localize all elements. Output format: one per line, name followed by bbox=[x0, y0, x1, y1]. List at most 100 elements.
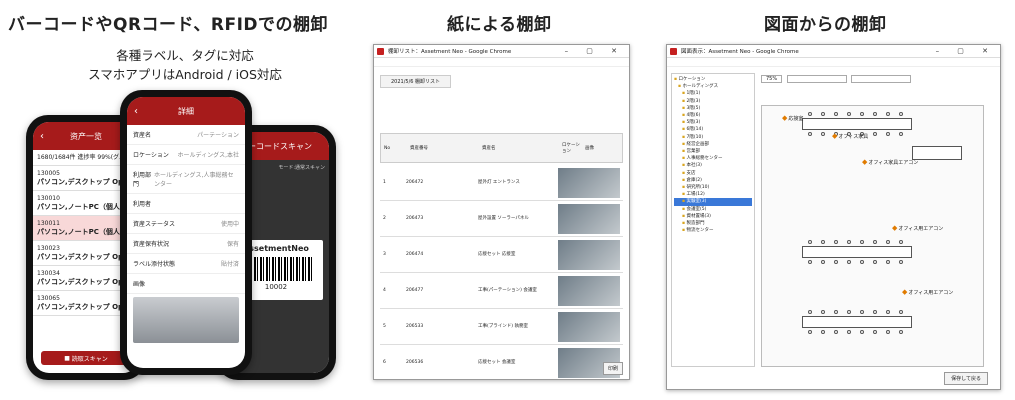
tree-item[interactable]: ▪ 3階(5) bbox=[674, 105, 752, 112]
chair bbox=[808, 240, 812, 244]
tree-item[interactable]: ▪ 本社(3) bbox=[674, 162, 752, 169]
window-title: 棚卸リスト：Assetment Neo - Google Chrome bbox=[388, 49, 512, 55]
tree-item[interactable]: ▪ 5階(3) bbox=[674, 119, 752, 126]
floor-plan[interactable]: 応接室オフィス家具オフィス家具エアコンオフィス用エアコンオフィス用エアコン bbox=[761, 105, 984, 367]
detail-row[interactable]: 利用部門 ホールディングス,人事総務センター bbox=[127, 165, 245, 194]
detail-value: パーテーション bbox=[197, 132, 239, 139]
scan-button[interactable]: ■ 読取スキャン bbox=[41, 351, 131, 365]
tree-item[interactable]: ▪ 物流センター bbox=[674, 227, 752, 234]
tree-item[interactable]: ▪ 工場(12) bbox=[674, 191, 752, 198]
folder-icon: ▪ bbox=[682, 149, 686, 155]
zoom-select[interactable]: 75% bbox=[761, 75, 783, 83]
folder-icon: ▪ bbox=[682, 105, 686, 111]
page-title: 詳細 bbox=[178, 106, 194, 116]
chair bbox=[808, 260, 812, 264]
detail-label: 資産ステータス bbox=[133, 221, 176, 228]
address-bar[interactable] bbox=[374, 58, 629, 67]
table-row[interactable]: 3 206474 応接セット 応接室 bbox=[380, 237, 623, 273]
tree-item[interactable]: ▪ 経営企画部 bbox=[674, 141, 752, 148]
tree-item-label: 営業部 bbox=[686, 149, 701, 155]
detail-row[interactable]: 利用者 bbox=[127, 194, 245, 214]
window-title: 図面表示：Assetment Neo - Google Chrome bbox=[681, 49, 799, 55]
table-row[interactable]: 4 206477 工事(パーテーション) 会議室 bbox=[380, 273, 623, 309]
chair bbox=[886, 260, 890, 264]
detail-row[interactable]: 資産ステータス 使用中 bbox=[127, 214, 245, 234]
heading-map: 図面からの棚卸 bbox=[764, 15, 887, 35]
chair bbox=[860, 330, 864, 334]
folder-icon: ▪ bbox=[682, 98, 686, 104]
heading-paper: 紙による棚卸 bbox=[447, 15, 552, 35]
filter-select[interactable] bbox=[851, 75, 912, 83]
asset-name: 工事(パーテーション) 会議室 bbox=[478, 288, 537, 293]
table-row[interactable]: 2 206473 屋外設置 ソーラーパネル bbox=[380, 201, 623, 237]
folder-icon: ▪ bbox=[682, 113, 686, 119]
window-controls[interactable]: – ▢ ✕ bbox=[565, 47, 625, 55]
detail-row[interactable]: ラベル添付状態 貼付済 bbox=[127, 254, 245, 274]
folder-icon: ▪ bbox=[682, 213, 686, 219]
tree-item[interactable]: ▪ 研究所(10) bbox=[674, 184, 752, 191]
table-row[interactable]: 6 206536 応接セット 会議室 bbox=[380, 345, 623, 379]
tree-item[interactable]: ▪ 1階(1) bbox=[674, 90, 752, 97]
folder-icon: ▪ bbox=[682, 141, 686, 147]
asset-photo bbox=[558, 167, 620, 198]
asset-photo bbox=[558, 239, 620, 270]
address-bar[interactable] bbox=[667, 58, 1000, 67]
asset-id: 206533 bbox=[406, 324, 424, 329]
print-button[interactable]: 印刷 bbox=[602, 362, 623, 375]
chair bbox=[899, 260, 903, 264]
subtitle: 各種ラベル、タグに対応 スマホアプリはAndroid / iOS対応 bbox=[45, 46, 325, 84]
tree-item[interactable]: ▪ 資材置場(3) bbox=[674, 213, 752, 220]
asset-name: 応接セット 応接室 bbox=[478, 252, 516, 257]
location-tree[interactable]: ▪ ロケーション ▪ ホールディングス ▪ 1階(1) ▪ 2階(3) ▪ 3階(5) ▪… bbox=[671, 73, 755, 367]
chair bbox=[899, 330, 903, 334]
tree-item-label: 倉庫(2) bbox=[686, 177, 702, 183]
chair bbox=[873, 260, 877, 264]
tree-item[interactable]: ▪ 2階(3) bbox=[674, 98, 752, 105]
table-row[interactable]: 1 206472 屋外灯 エントランス bbox=[380, 165, 623, 201]
tree-item[interactable]: ▪ ホールディングス bbox=[674, 83, 752, 90]
asset-pin[interactable]: オフィス家具エアコン bbox=[862, 158, 918, 166]
desk bbox=[802, 316, 912, 328]
asset-id: 206536 bbox=[406, 360, 424, 365]
tree-item-label: 6階(14) bbox=[686, 127, 704, 133]
asset-pin[interactable]: オフィス家具 bbox=[832, 132, 868, 140]
meeting-table bbox=[912, 146, 962, 160]
detail-label: 利用部門 bbox=[133, 172, 152, 188]
tree-item[interactable]: ▪ 倉庫(2) bbox=[674, 177, 752, 184]
tree-item[interactable]: ▪ 営業部 bbox=[674, 148, 752, 155]
folder-icon: ▪ bbox=[682, 192, 686, 198]
detail-row[interactable]: 資産保有状況 保有 bbox=[127, 234, 245, 254]
folder-icon: ▪ bbox=[674, 77, 678, 82]
back-icon[interactable]: ‹ bbox=[40, 131, 44, 142]
asset-pin[interactable]: オフィス用エアコン bbox=[892, 224, 943, 232]
asset-pin[interactable]: 応接室 bbox=[782, 114, 803, 122]
chair bbox=[899, 112, 903, 116]
tree-item[interactable]: ▪ 4階(6) bbox=[674, 112, 752, 119]
detail-row[interactable]: 資産名 パーテーション bbox=[127, 125, 245, 145]
detail-row[interactable]: ロケーション ホールディングス,本社 bbox=[127, 145, 245, 165]
heading-barcode: バーコードやQRコード、RFIDでの棚卸 bbox=[8, 15, 329, 35]
asset-pin[interactable]: オフィス用エアコン bbox=[902, 288, 953, 296]
tree-item[interactable]: ▪ 会議室(5) bbox=[674, 206, 752, 213]
title-bar: 図面表示：Assetment Neo - Google Chrome – ▢ ✕ bbox=[667, 45, 1000, 58]
tree-item[interactable]: ▪ 実験室(3) bbox=[674, 198, 752, 206]
tree-item[interactable]: ▪ 7階(10) bbox=[674, 134, 752, 141]
tree-item[interactable]: ▪ 6階(14) bbox=[674, 126, 752, 133]
window-controls[interactable]: – ▢ ✕ bbox=[936, 47, 996, 55]
table-row[interactable]: 5 206533 工事(ブラインド) 執務室 bbox=[380, 309, 623, 345]
tree-item[interactable]: ▪ ロケーション bbox=[674, 76, 752, 83]
desk bbox=[802, 246, 912, 258]
back-icon[interactable]: ‹ bbox=[134, 106, 138, 117]
floor-map-window: 図面表示：Assetment Neo - Google Chrome – ▢ ✕… bbox=[666, 44, 1001, 390]
asset-id: 206474 bbox=[406, 252, 424, 257]
tree-item-label: ホールディングス bbox=[682, 84, 719, 90]
save-return-button[interactable]: 保存して戻る bbox=[944, 372, 988, 385]
tree-item[interactable]: ▪ 製造部門 bbox=[674, 220, 752, 227]
inventory-table: 1 206472 屋外灯 エントランス 2 206473 屋外設置 ソーラーパネル 3 206… bbox=[380, 165, 623, 379]
tree-item-label: 支店 bbox=[686, 170, 696, 176]
tree-item-label: 4階(6) bbox=[686, 113, 701, 119]
tree-item[interactable]: ▪ 支店 bbox=[674, 170, 752, 177]
floor-select[interactable] bbox=[786, 75, 847, 83]
tree-item[interactable]: ▪ 人事総務センター bbox=[674, 155, 752, 162]
asset-id: 206477 bbox=[406, 288, 424, 293]
